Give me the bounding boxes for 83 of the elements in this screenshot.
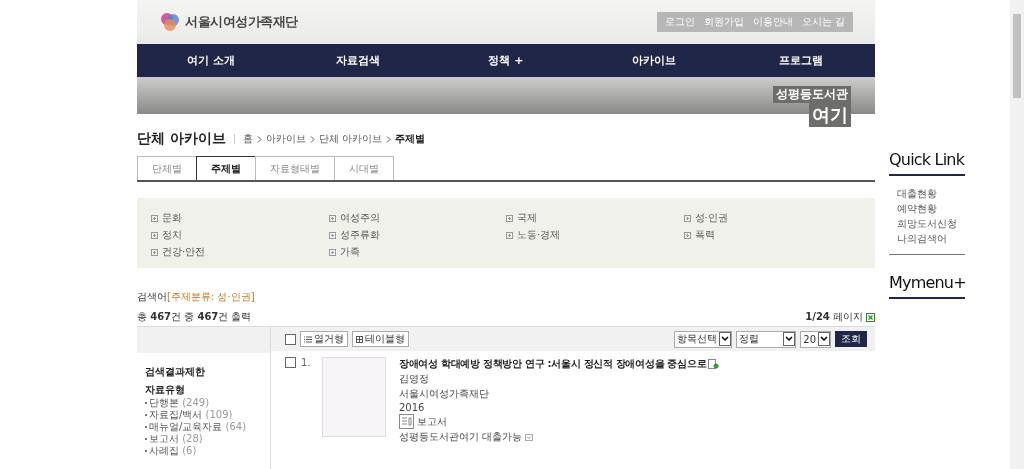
- nav-item[interactable]: 정책 +: [432, 44, 580, 77]
- plus-box-icon: [506, 231, 513, 239]
- plus-box-icon: [683, 214, 691, 222]
- topic-link[interactable]: 성주류화: [339, 228, 380, 242]
- caret-icon: [818, 332, 830, 346]
- plus-box-icon: [328, 214, 336, 222]
- scrollbar[interactable]: [1010, 0, 1024, 469]
- topic-link[interactable]: 폭력: [694, 228, 715, 242]
- topic-link[interactable]: 여성주의: [339, 211, 380, 225]
- quick-link-item[interactable]: 예약현황: [897, 201, 965, 216]
- breadcrumb-link[interactable]: 단체 아카이브: [318, 132, 383, 146]
- material-type-text: 보고서: [417, 414, 447, 429]
- quick-link-item[interactable]: 나의검색어: [897, 231, 965, 246]
- plus-box-icon: [151, 248, 158, 256]
- quick-link-item[interactable]: 대출현황: [897, 186, 965, 201]
- quick-link-item[interactable]: 희망도서신청: [897, 216, 965, 231]
- topic-link[interactable]: 정치: [162, 228, 182, 242]
- author-text: 김영정: [399, 372, 430, 386]
- breadcrumb-link[interactable]: 아카이브: [265, 132, 306, 146]
- plus-box-icon: [683, 231, 691, 239]
- chevron-icon: [256, 135, 262, 143]
- flower-logo-icon: [159, 11, 181, 33]
- filter-link[interactable]: 사례집 (6): [149, 445, 197, 457]
- plus-box-icon: [328, 231, 336, 239]
- quick-link-title: Quick Link: [889, 150, 965, 176]
- nav-item[interactable]: 자료검색: [284, 44, 433, 77]
- caret-icon[interactable]: [525, 433, 534, 441]
- dropdown-select[interactable]: 항목선택: [674, 330, 733, 348]
- list-icon: [304, 335, 312, 343]
- result-count: 총 467건 중 467건 출력: [137, 310, 252, 324]
- plus-box-icon: [329, 248, 336, 256]
- breadcrumb-link[interactable]: 주제별: [395, 132, 426, 146]
- select-all-checkbox[interactable]: [285, 333, 296, 345]
- filter-group-title: 자료유형: [145, 383, 186, 397]
- breadcrumb-link[interactable]: 홈: [242, 132, 253, 146]
- filter-link[interactable]: 매뉴얼/교육자료 (64): [149, 421, 247, 433]
- chevron-icon: [386, 135, 392, 143]
- dropdown-select[interactable]: 20: [800, 330, 831, 348]
- document-download-icon[interactable]: [708, 359, 720, 369]
- library-name: 성평등도서관: [773, 86, 851, 103]
- caret-icon: [783, 332, 796, 346]
- dropdown-select[interactable]: 정렬: [736, 330, 797, 348]
- category-tab[interactable]: 단체별: [137, 156, 197, 180]
- filter-title: 검색결과제한: [145, 365, 206, 379]
- page-indicator: 1/24 페이지: [805, 310, 863, 324]
- filter-link[interactable]: 보고서 (28): [149, 433, 203, 445]
- list-view-button[interactable]: 열거형: [300, 331, 348, 347]
- excel-export-icon[interactable]: [866, 312, 875, 322]
- filter-link[interactable]: 단행본 (249): [149, 397, 210, 409]
- category-tab[interactable]: 시대별: [334, 156, 394, 180]
- nav-item[interactable]: 아카이브: [579, 44, 728, 77]
- category-tab[interactable]: 주제별: [196, 156, 256, 180]
- publisher-text: 서울시여성가족재단: [399, 387, 490, 401]
- nav-item[interactable]: 프로그램: [727, 44, 875, 77]
- topic-link[interactable]: 노동·경제: [517, 228, 561, 242]
- search-term-label: 검색어[주제분류: 성·인권]: [137, 290, 256, 304]
- table-view-button[interactable]: 테이블형: [352, 331, 409, 347]
- grid-icon: [356, 335, 363, 343]
- page-title: 단체 아카이브: [137, 130, 226, 148]
- topic-link[interactable]: 가족: [340, 245, 360, 259]
- topic-link[interactable]: 성·인권: [694, 211, 728, 225]
- availability-text: 성평등도서관여기 대출가능: [399, 430, 523, 444]
- result-title-link[interactable]: 장애여성 학대예방 정책방안 연구 :서울시 정신적 장애여성을 중심으로: [399, 357, 707, 371]
- result-checkbox[interactable]: [285, 357, 296, 368]
- mymenu-title[interactable]: Mymenu+: [889, 273, 965, 299]
- year-text: 2016: [399, 402, 426, 413]
- scrollbar-thumb[interactable]: [1013, 14, 1021, 98]
- plus-box-icon: [151, 231, 158, 239]
- plus-box-icon: [506, 214, 513, 222]
- filter-link[interactable]: 자료집/백서 (109): [149, 409, 233, 421]
- topic-link[interactable]: 문화: [162, 211, 182, 225]
- chevron-icon: [309, 135, 315, 143]
- category-tab[interactable]: 자료형태별: [255, 156, 335, 180]
- library-subtitle: 여기: [809, 103, 851, 127]
- caret-icon: [719, 332, 732, 346]
- foundation-logo-text[interactable]: 서울시여성가족재단: [185, 13, 298, 31]
- result-number: 1.: [301, 357, 312, 368]
- document-icon: [399, 414, 414, 429]
- search-submit-button[interactable]: 조회: [835, 331, 867, 347]
- nav-item[interactable]: 여기 소개: [137, 44, 285, 77]
- topic-link[interactable]: 국제: [517, 211, 537, 225]
- plus-box-icon: [151, 214, 158, 222]
- topic-link[interactable]: 건강·안전: [162, 245, 206, 259]
